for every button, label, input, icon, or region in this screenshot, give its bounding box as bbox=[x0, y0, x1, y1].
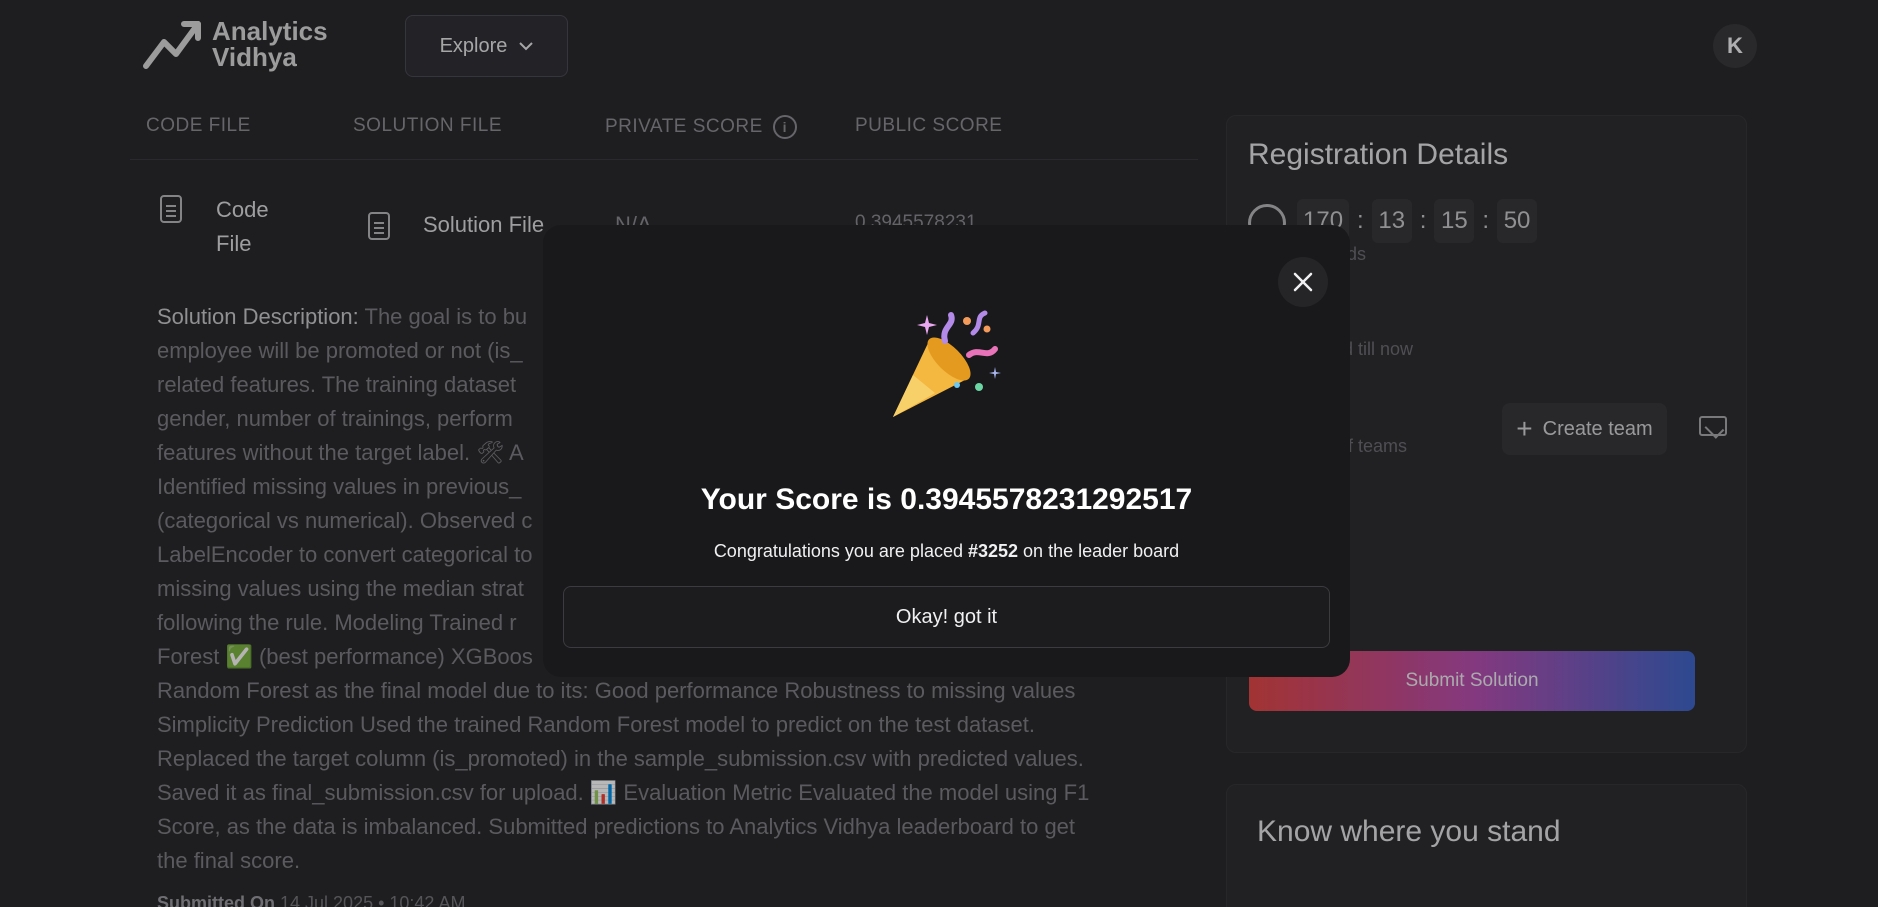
okay-got-it-button[interactable]: Okay! got it bbox=[563, 586, 1330, 648]
congrats-message: Congratulations you are placed #3252 on … bbox=[543, 541, 1350, 562]
close-button[interactable] bbox=[1278, 257, 1328, 307]
score-title: Your Score is 0.3945578231292517 bbox=[700, 483, 1193, 516]
congrats-prefix: Congratulations you are placed bbox=[713, 541, 968, 561]
close-icon bbox=[1293, 272, 1313, 292]
score-modal: Your Score is 0.3945578231292517 Congrat… bbox=[543, 225, 1350, 677]
leaderboard-rank: #3252 bbox=[967, 541, 1019, 561]
congrats-suffix: on the leader board bbox=[1018, 541, 1180, 561]
party-popper-icon bbox=[893, 310, 1001, 417]
